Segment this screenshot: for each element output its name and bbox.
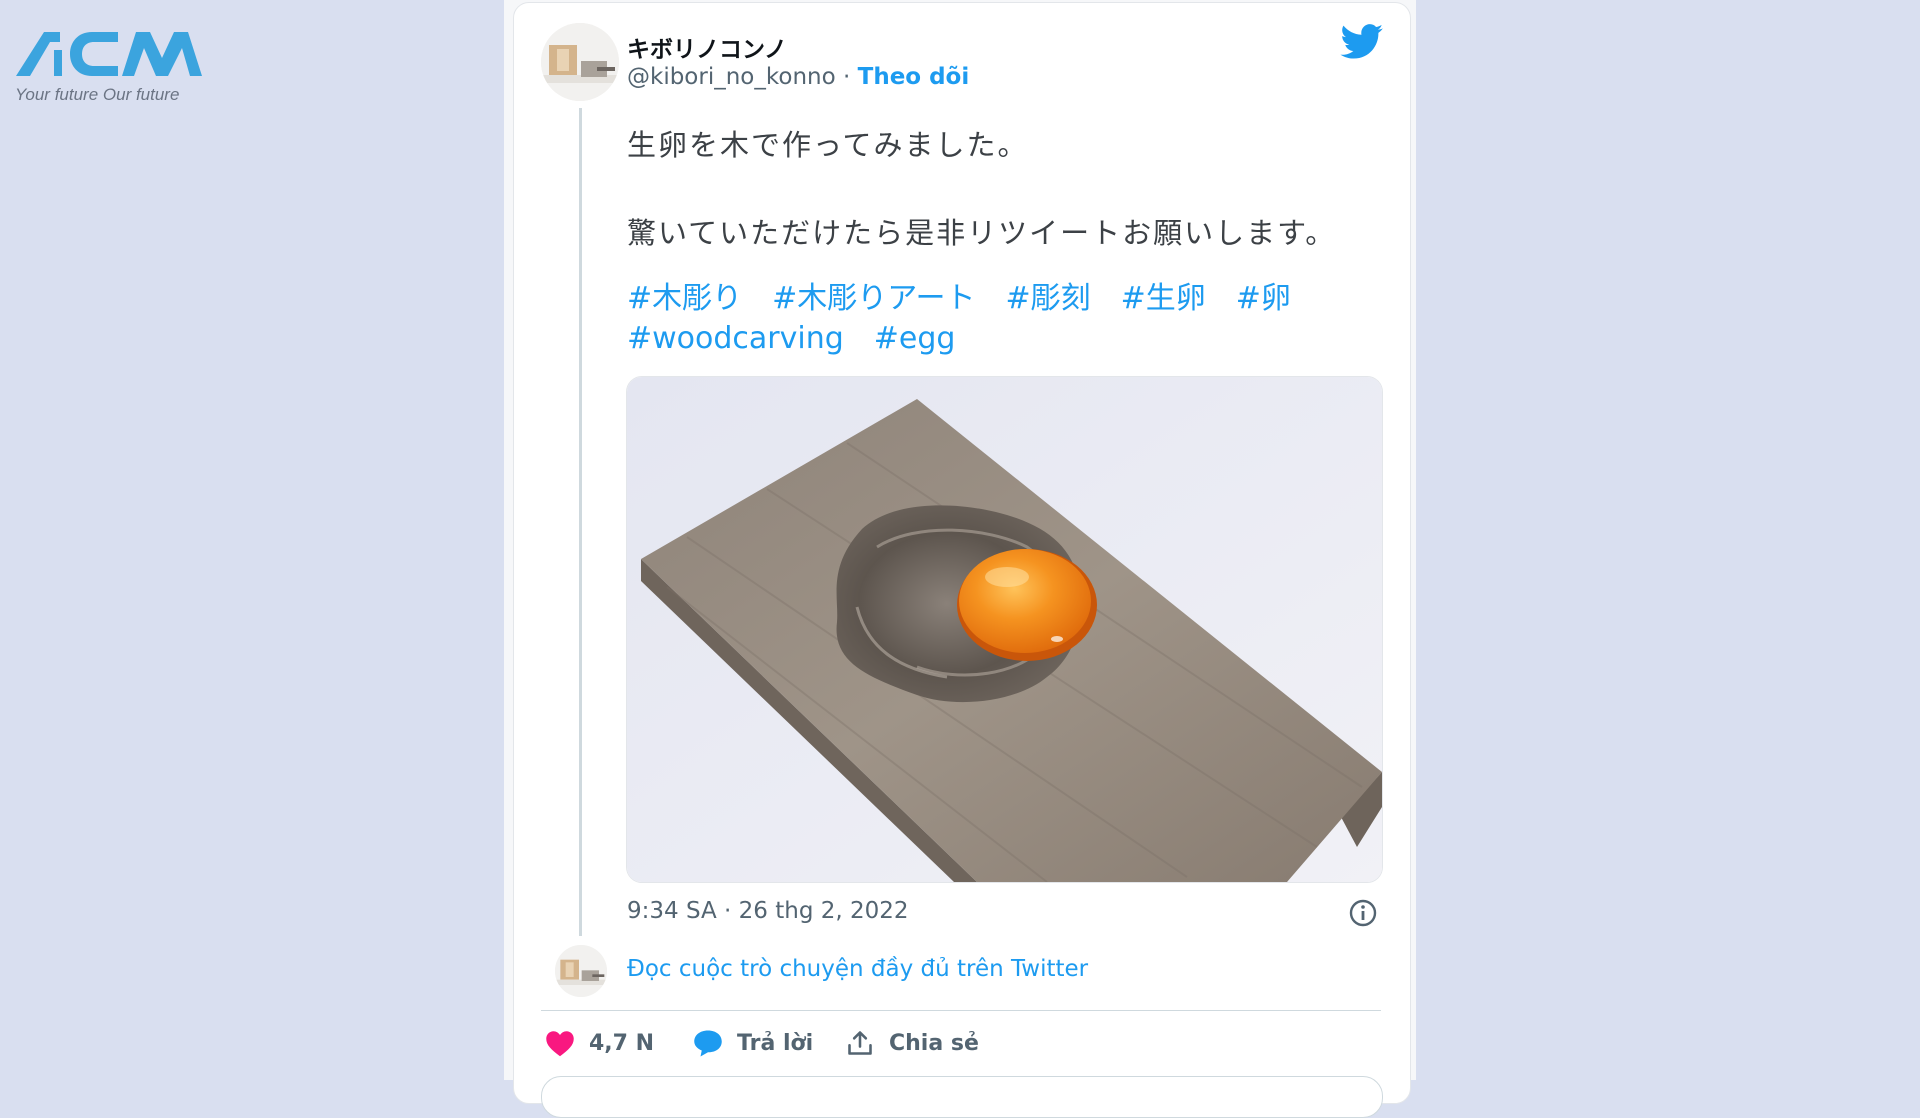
hashtag-list: #木彫り #木彫りアート #彫刻 #生卵 #卵 #woodcarving #egg — [627, 279, 1387, 359]
hashtag-link[interactable]: #彫刻 — [1005, 279, 1090, 319]
hashtag-link[interactable]: #卵 — [1236, 279, 1291, 319]
like-count: 4,7 N — [589, 1030, 655, 1056]
heart-icon — [546, 1031, 574, 1057]
author-handle[interactable]: @kibori_no_konno — [627, 64, 836, 90]
share-label: Chia sẻ — [889, 1030, 979, 1056]
tweet-timestamp[interactable]: 9:34 SA · 26 thg 2, 2022 — [627, 898, 909, 924]
reply-label: Trả lời — [737, 1030, 814, 1056]
wooden-egg-photo — [627, 377, 1382, 882]
acm-logo: Your future Our future — [14, 28, 214, 110]
tweet-photo[interactable] — [626, 376, 1383, 883]
separator-dot: · — [843, 64, 851, 90]
hashtag-link[interactable]: #木彫り — [627, 279, 742, 319]
author-avatar[interactable] — [541, 23, 619, 101]
acm-logo-mark — [16, 32, 202, 76]
hashtag-link[interactable]: #woodcarving — [627, 319, 844, 359]
speech-bubble-icon — [694, 1030, 722, 1057]
read-conversation-link[interactable]: Đọc cuộc trò chuyện đầy đủ trên Twitter — [627, 956, 1088, 982]
like-button[interactable]: 4,7 N — [545, 1028, 654, 1058]
hashtag-link[interactable]: #生卵 — [1121, 279, 1206, 319]
info-icon[interactable] — [1348, 898, 1378, 928]
share-upload-icon — [848, 1031, 872, 1055]
thread-line — [579, 108, 582, 936]
tweet-text-line: 驚いていただけたら是非リツイートお願いします。 — [627, 216, 1337, 250]
author-handle-row: @kibori_no_konno · Theo dõi — [627, 64, 969, 90]
hashtag-link[interactable]: #木彫りアート — [772, 279, 975, 319]
bottom-action-button[interactable] — [541, 1076, 1383, 1118]
twitter-bird-icon[interactable] — [1340, 24, 1384, 60]
hashtag-link[interactable]: #egg — [874, 319, 956, 359]
logo-tagline: Your future Our future — [15, 85, 180, 104]
follow-button[interactable]: Theo dõi — [858, 64, 970, 90]
actions-divider — [541, 1010, 1381, 1011]
share-button[interactable]: Chia sẻ — [845, 1028, 979, 1058]
tweet-text-line: 生卵を木で作ってみました。 — [627, 128, 1029, 162]
reply-button[interactable]: Trả lời — [693, 1028, 813, 1058]
tweet-text: 生卵を木で作ってみました。 驚いていただけたら是非リツイートお願いします。 — [627, 122, 1387, 252]
author-display-name[interactable]: キボリノコンノ — [627, 30, 787, 64]
author-avatar-small[interactable] — [555, 945, 607, 997]
